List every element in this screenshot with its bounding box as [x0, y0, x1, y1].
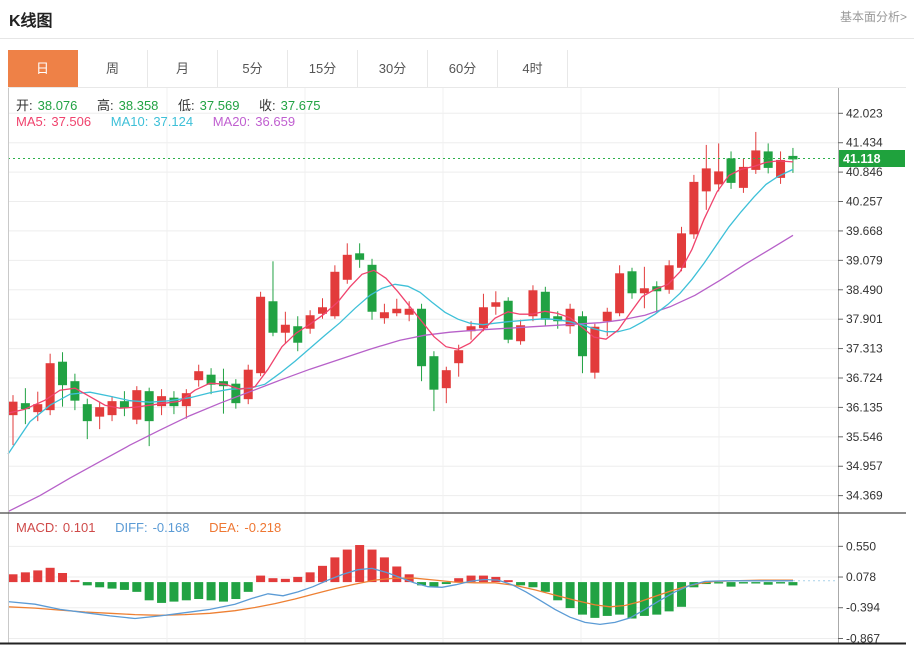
interval-tabbar: 日 周 月 5分 15分 30分 60分 4时 [8, 50, 906, 88]
svg-text:38.490: 38.490 [846, 283, 883, 297]
svg-text:34.957: 34.957 [846, 459, 883, 473]
svg-text:-0.394: -0.394 [846, 601, 880, 615]
fundamental-analysis-link[interactable]: 基本面分析> [840, 8, 907, 25]
tab-4hour[interactable]: 4时 [498, 50, 568, 87]
svg-text:39.668: 39.668 [846, 224, 883, 238]
chart-area: 41.118 42.023 41.434 40.846 40.257 39.668 39.0… [0, 88, 914, 645]
svg-text:37.313: 37.313 [846, 342, 883, 356]
candles-layer [9, 132, 798, 446]
dea-label: DEA: [209, 520, 239, 535]
tab-5min[interactable]: 5分 [218, 50, 288, 87]
close-value: 37.675 [281, 98, 321, 113]
low-value: 37.569 [200, 98, 240, 113]
tab-day[interactable]: 日 [8, 50, 78, 87]
svg-text:-0.867: -0.867 [846, 631, 880, 645]
kline-chart-canvas[interactable]: 41.118 42.023 41.434 40.846 40.257 39.668 39.0… [0, 88, 914, 645]
kline-widget: { "header": { "title": "K线图", "link_labe… [0, 0, 914, 647]
dea-value: -0.218 [244, 520, 281, 535]
macd-layer [8, 545, 836, 624]
axis-layer: 42.023 41.434 40.846 40.257 39.668 39.079 38.4… [838, 106, 883, 645]
svg-text:35.546: 35.546 [846, 430, 883, 444]
macd-value: 0.101 [63, 520, 96, 535]
close-label: 收: [259, 98, 276, 113]
svg-text:42.023: 42.023 [846, 106, 883, 120]
open-label: 开: [16, 98, 33, 113]
high-value: 38.358 [119, 98, 159, 113]
low-label: 低: [178, 98, 195, 113]
svg-text:36.135: 36.135 [846, 400, 883, 414]
ma5-line [8, 161, 793, 413]
tab-60min[interactable]: 60分 [428, 50, 498, 87]
svg-text:36.724: 36.724 [846, 371, 883, 385]
svg-text:34.369: 34.369 [846, 489, 883, 503]
ma20-label: MA20: [213, 114, 251, 129]
macd-readout: MACD: 0.101 DIFF: -0.168 DEA: -0.218 [16, 520, 297, 535]
ma20-value: 36.659 [255, 114, 295, 129]
ma10-label: MA10: [111, 114, 149, 129]
ma-readout: MA5: 37.506 MA10: 37.124 MA20: 36.659 [16, 114, 311, 129]
tab-month[interactable]: 月 [148, 50, 218, 87]
frame-layer [0, 88, 906, 644]
svg-text:0.550: 0.550 [846, 539, 876, 553]
svg-text:41.434: 41.434 [846, 136, 883, 150]
macd-label: MACD: [16, 520, 58, 535]
ma5-label: MA5: [16, 114, 46, 129]
diff-value: -0.168 [153, 520, 190, 535]
title-separator [0, 38, 914, 39]
tab-week[interactable]: 周 [78, 50, 148, 87]
ma5-value: 37.506 [51, 114, 91, 129]
svg-text:0.078: 0.078 [846, 570, 876, 584]
ohlc-readout: 开: 38.076 高: 38.358 低: 37.569 收: 37.675 [16, 95, 336, 114]
svg-text:41.118: 41.118 [843, 152, 881, 166]
high-label: 高: [97, 98, 114, 113]
ma-lines-layer [8, 161, 793, 512]
tab-30min[interactable]: 30分 [358, 50, 428, 87]
tab-15min[interactable]: 15分 [288, 50, 358, 87]
diff-label: DIFF: [115, 520, 148, 535]
open-value: 38.076 [38, 98, 78, 113]
page-title: K线图 [9, 7, 53, 31]
ma10-value: 37.124 [153, 114, 193, 129]
svg-text:40.846: 40.846 [846, 165, 883, 179]
svg-text:40.257: 40.257 [846, 195, 883, 209]
svg-text:39.079: 39.079 [846, 253, 883, 267]
svg-text:37.901: 37.901 [846, 312, 883, 326]
